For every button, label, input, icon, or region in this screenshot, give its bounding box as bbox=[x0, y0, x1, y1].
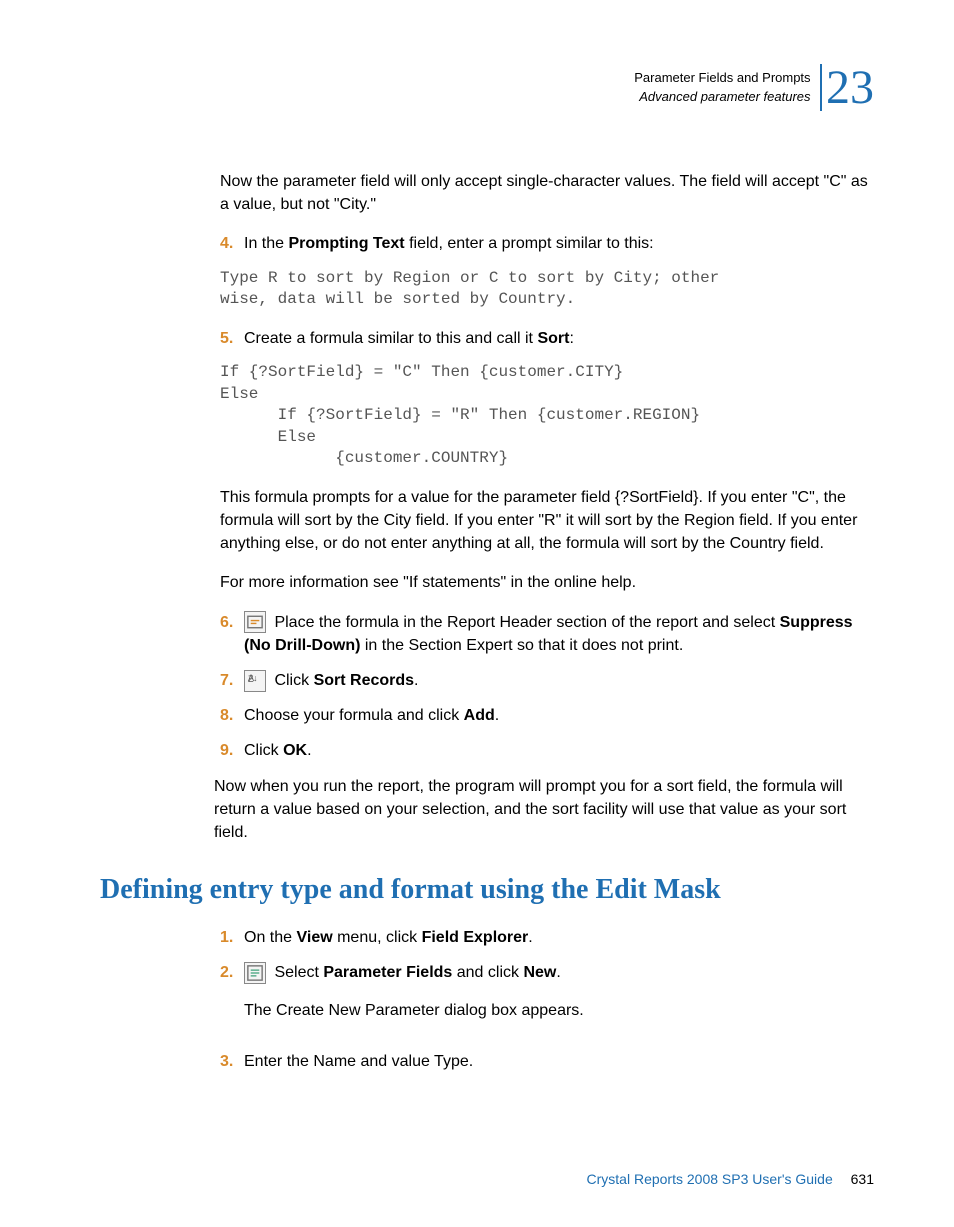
step-8: 8. Choose your formula and click Add. bbox=[220, 704, 874, 727]
text: On the bbox=[244, 929, 296, 946]
text: . bbox=[495, 707, 499, 724]
text: . bbox=[307, 742, 311, 759]
page-number: 631 bbox=[851, 1171, 874, 1187]
text: Click bbox=[270, 672, 314, 689]
b-step-2-sub: The Create New Parameter dialog box appe… bbox=[244, 999, 874, 1022]
step-number: 1. bbox=[220, 926, 244, 949]
code-block-1: Type R to sort by Region or C to sort by… bbox=[220, 268, 874, 311]
insert-field-icon bbox=[244, 611, 266, 633]
header-line2: Advanced parameter features bbox=[639, 89, 810, 104]
text: Choose your formula and click bbox=[244, 707, 464, 724]
step-number: 7. bbox=[220, 669, 244, 692]
bold: Add bbox=[464, 707, 495, 724]
text: . bbox=[556, 964, 560, 981]
text: Select bbox=[270, 964, 323, 981]
step-body: Enter the Name and value Type. bbox=[244, 1050, 874, 1073]
b-step-2: 2. Select Parameter Fields and click New… bbox=[220, 961, 874, 1037]
step-body: Click OK. bbox=[244, 739, 874, 762]
header-line1: Parameter Fields and Prompts bbox=[634, 70, 810, 85]
b-step-3: 3. Enter the Name and value Type. bbox=[220, 1050, 874, 1073]
header-text-block: Parameter Fields and Prompts Advanced pa… bbox=[634, 69, 810, 105]
code-block-2: If {?SortField} = "C" Then {customer.CIT… bbox=[220, 362, 874, 470]
bold: Sort Records bbox=[314, 672, 414, 689]
bold: Parameter Fields bbox=[323, 964, 452, 981]
closing-paragraph: Now when you run the report, the program… bbox=[214, 775, 874, 845]
step-body: Select Parameter Fields and click New. T… bbox=[244, 961, 874, 1037]
text: in the Section Expert so that it does no… bbox=[360, 637, 683, 654]
text: Create a formula similar to this and cal… bbox=[244, 330, 537, 347]
step-body: In the Prompting Text field, enter a pro… bbox=[244, 232, 874, 255]
b-step-1: 1. On the View menu, click Field Explore… bbox=[220, 926, 874, 949]
step-body: Create a formula similar to this and cal… bbox=[244, 327, 874, 350]
page-header: Parameter Fields and Prompts Advanced pa… bbox=[100, 60, 874, 120]
step-number: 8. bbox=[220, 704, 244, 727]
step-number: 9. bbox=[220, 739, 244, 762]
text: and click bbox=[452, 964, 523, 981]
step-body: Place the formula in the Report Header s… bbox=[244, 611, 874, 657]
step-body: Choose your formula and click Add. bbox=[244, 704, 874, 727]
parameter-field-icon bbox=[244, 962, 266, 984]
step-body: On the View menu, click Field Explorer. bbox=[244, 926, 874, 949]
text: . bbox=[528, 929, 532, 946]
text: Click bbox=[244, 742, 283, 759]
bold: View bbox=[296, 929, 332, 946]
bold: Field Explorer bbox=[422, 929, 529, 946]
text: . bbox=[414, 672, 418, 689]
step-number: 3. bbox=[220, 1050, 244, 1073]
text: : bbox=[569, 330, 573, 347]
step-number: 5. bbox=[220, 327, 244, 350]
bold: Sort bbox=[537, 330, 569, 347]
step-7: 7. Click Sort Records. bbox=[220, 669, 874, 692]
sort-records-icon bbox=[244, 670, 266, 692]
step-6: 6. Place the formula in the Report Heade… bbox=[220, 611, 874, 657]
bold: Prompting Text bbox=[288, 235, 404, 252]
step-5: 5. Create a formula similar to this and … bbox=[220, 327, 874, 350]
intro-paragraph: Now the parameter field will only accept… bbox=[220, 170, 874, 216]
footer-title: Crystal Reports 2008 SP3 User's Guide bbox=[587, 1171, 833, 1187]
bold: OK bbox=[283, 742, 307, 759]
text: In the bbox=[244, 235, 288, 252]
text: Place the formula in the Report Header s… bbox=[270, 614, 780, 631]
step-4: 4. In the Prompting Text field, enter a … bbox=[220, 232, 874, 255]
text: field, enter a prompt similar to this: bbox=[405, 235, 654, 252]
page-footer: Crystal Reports 2008 SP3 User's Guide 63… bbox=[587, 1171, 874, 1187]
explain-para-2: For more information see "If statements"… bbox=[220, 571, 874, 594]
chapter-number: 23 bbox=[820, 60, 874, 115]
section-heading: Defining entry type and format using the… bbox=[100, 874, 874, 906]
step-number: 6. bbox=[220, 611, 244, 657]
step-body: Click Sort Records. bbox=[244, 669, 874, 692]
step-9: 9. Click OK. bbox=[220, 739, 874, 762]
step-number: 2. bbox=[220, 961, 244, 1037]
step-number: 4. bbox=[220, 232, 244, 255]
text: menu, click bbox=[333, 929, 422, 946]
bold: New bbox=[523, 964, 556, 981]
explain-para-1: This formula prompts for a value for the… bbox=[220, 486, 874, 556]
